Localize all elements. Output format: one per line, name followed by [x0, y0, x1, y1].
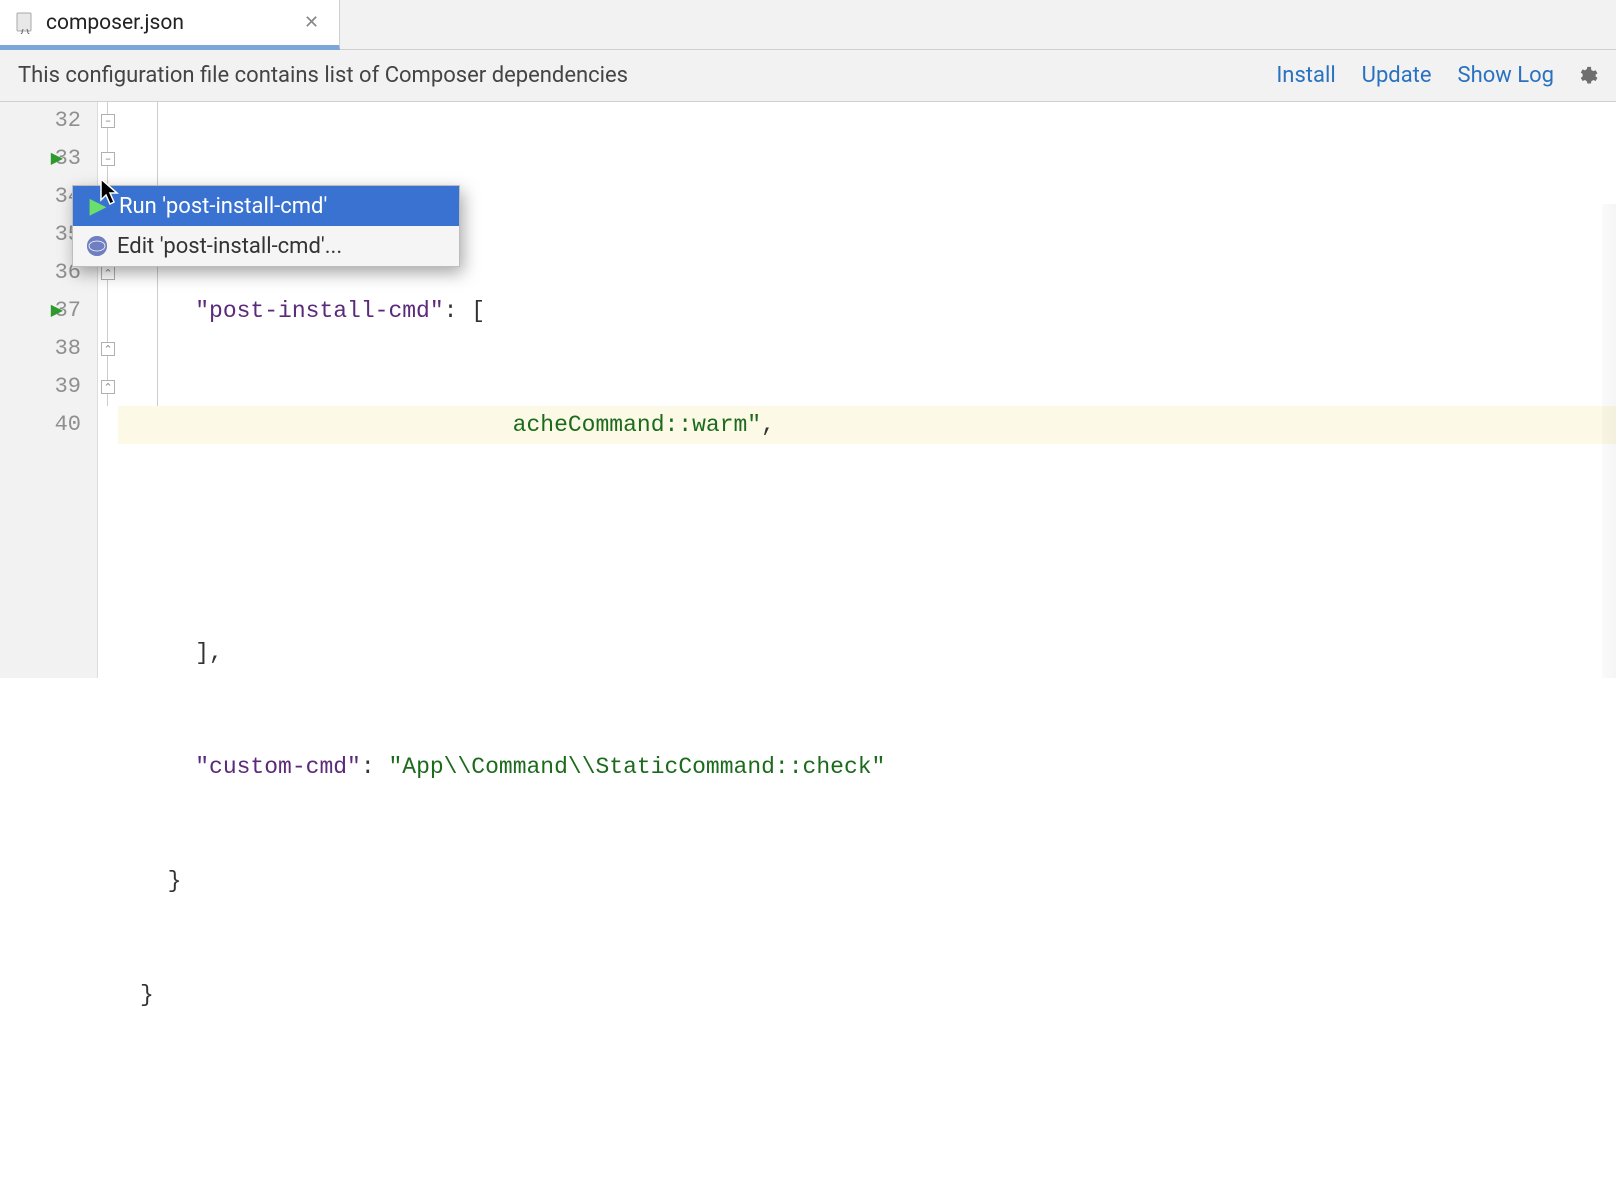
run-gutter-icon[interactable]: ▶ — [51, 140, 63, 178]
code-line — [118, 1090, 1616, 1128]
line-number: 39 — [51, 368, 81, 406]
code-line: } — [118, 976, 1616, 1014]
context-menu: ▶ Run 'post-install-cmd' Edit 'post-inst… — [72, 185, 460, 267]
gear-icon[interactable] — [1576, 65, 1598, 87]
tab-bar: { } composer.json ✕ — [0, 0, 1616, 50]
code-line: "post-install-cmd": [ — [118, 292, 1616, 330]
tab-close-button[interactable]: ✕ — [304, 12, 319, 33]
menu-run-script[interactable]: ▶ Run 'post-install-cmd' — [73, 186, 459, 226]
menu-item-label: Run 'post-install-cmd' — [119, 194, 327, 219]
line-number: 40 — [51, 406, 81, 444]
svg-text:{ }: { } — [20, 28, 30, 34]
banner-message: This configuration file contains list of… — [18, 63, 628, 88]
code-line-highlighted: acheCommand::warm", — [118, 406, 1616, 444]
fold-close-icon[interactable]: ⌃ — [101, 342, 115, 356]
run-gutter-icon[interactable]: ▶ — [51, 292, 63, 330]
json-file-icon: { } — [14, 12, 36, 34]
fold-close-icon[interactable]: ⌃ — [101, 266, 115, 280]
line-number: 32 — [51, 102, 81, 140]
tab-filename: composer.json — [46, 11, 184, 35]
code-line: "custom-cmd": "App\\Command\\StaticComma… — [118, 748, 1616, 786]
fold-toggle-icon[interactable]: − — [101, 152, 115, 166]
code-line: ], — [118, 634, 1616, 672]
line-number: 38 — [51, 330, 81, 368]
banner-show-log-link[interactable]: Show Log — [1458, 63, 1554, 88]
composer-banner: This configuration file contains list of… — [0, 50, 1616, 102]
php-icon — [87, 236, 107, 256]
banner-install-link[interactable]: Install — [1276, 63, 1335, 88]
menu-item-label: Edit 'post-install-cmd'... — [117, 234, 342, 259]
code-line: } — [118, 862, 1616, 900]
play-icon: ▶ — [87, 195, 109, 217]
scrollbar[interactable] — [1602, 204, 1616, 678]
menu-edit-script[interactable]: Edit 'post-install-cmd'... — [73, 226, 459, 266]
tab-composer-json[interactable]: { } composer.json ✕ — [0, 0, 340, 50]
banner-update-link[interactable]: Update — [1362, 63, 1432, 88]
code-line — [118, 520, 1616, 558]
fold-close-icon[interactable]: ⌃ — [101, 380, 115, 394]
fold-toggle-icon[interactable]: − — [101, 114, 115, 128]
